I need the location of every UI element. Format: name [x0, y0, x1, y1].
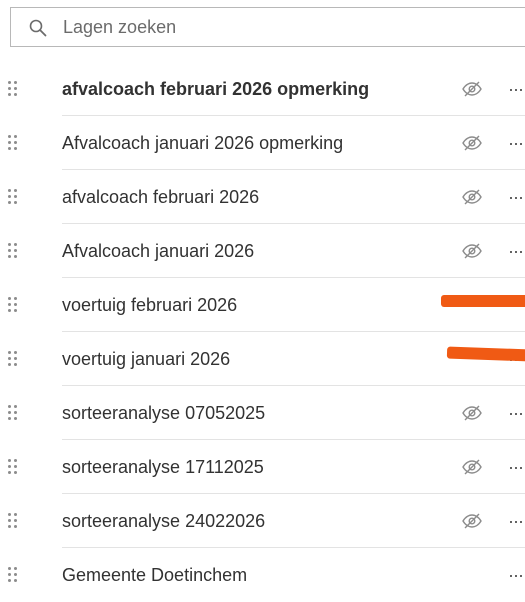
eye-off-icon[interactable]: [461, 80, 483, 98]
layer-name: Gemeente Doetinchem: [62, 565, 248, 585]
redaction-mark: [441, 295, 525, 307]
drag-handle-icon[interactable]: [8, 567, 20, 585]
layer-row[interactable]: sorteeranalyse 24022026 ···: [0, 494, 525, 548]
layer-row[interactable]: voertuig februari 2026 ···: [0, 278, 525, 332]
drag-handle-icon[interactable]: [8, 459, 20, 477]
layer-name: voertuig februari 2026: [62, 295, 238, 315]
layer-name: afvalcoach februari 2026 opmerking: [62, 79, 370, 99]
eye-off-icon[interactable]: [461, 188, 483, 206]
drag-handle-icon[interactable]: [8, 513, 20, 531]
eye-off-icon[interactable]: [461, 512, 483, 530]
layer-row[interactable]: Afvalcoach januari 2026 ···: [0, 224, 525, 278]
layer-row[interactable]: voertuig januari 2026 ···: [0, 332, 525, 386]
layer-row[interactable]: afvalcoach februari 2026 opmerking ···: [0, 62, 525, 116]
more-options-icon[interactable]: ···: [508, 566, 525, 584]
layer-row[interactable]: Afvalcoach januari 2026 opmerking ···: [0, 116, 525, 170]
more-options-icon[interactable]: ···: [508, 242, 525, 260]
drag-handle-icon[interactable]: [8, 297, 20, 315]
layer-name: sorteeranalyse 07052025: [62, 403, 266, 423]
drag-handle-icon[interactable]: [8, 135, 20, 153]
more-options-icon[interactable]: ···: [508, 80, 525, 98]
layer-name: Afvalcoach januari 2026: [62, 241, 255, 261]
search-input[interactable]: [63, 14, 463, 40]
more-options-icon[interactable]: ···: [508, 404, 525, 422]
search-icon: [29, 19, 47, 37]
layer-row[interactable]: afvalcoach februari 2026 ···: [0, 170, 525, 224]
more-options-icon[interactable]: ···: [508, 458, 525, 476]
layer-name: afvalcoach februari 2026: [62, 187, 260, 207]
more-options-icon[interactable]: ···: [508, 512, 525, 530]
layer-name: voertuig januari 2026: [62, 349, 231, 369]
layer-row[interactable]: Gemeente Doetinchem ···: [0, 548, 525, 602]
eye-off-icon[interactable]: [461, 458, 483, 476]
layer-name: sorteeranalyse 24022026: [62, 511, 266, 531]
drag-handle-icon[interactable]: [8, 405, 20, 423]
more-options-icon[interactable]: ···: [508, 188, 525, 206]
layer-search-box[interactable]: [10, 7, 525, 47]
drag-handle-icon[interactable]: [8, 351, 20, 369]
layer-name: Afvalcoach januari 2026 opmerking: [62, 133, 344, 153]
layer-row[interactable]: sorteeranalyse 07052025 ···: [0, 386, 525, 440]
drag-handle-icon[interactable]: [8, 189, 20, 207]
eye-off-icon[interactable]: [461, 134, 483, 152]
layer-name: sorteeranalyse 17112025: [62, 457, 264, 477]
redaction-mark: [446, 346, 525, 362]
drag-handle-icon[interactable]: [8, 243, 20, 261]
eye-off-icon[interactable]: [461, 404, 483, 422]
drag-handle-icon[interactable]: [8, 81, 20, 99]
eye-off-icon[interactable]: [461, 242, 483, 260]
more-options-icon[interactable]: ···: [508, 134, 525, 152]
layer-row[interactable]: sorteeranalyse 17112025 ···: [0, 440, 525, 494]
layer-list: afvalcoach februari 2026 opmerking ··· A…: [0, 62, 525, 602]
